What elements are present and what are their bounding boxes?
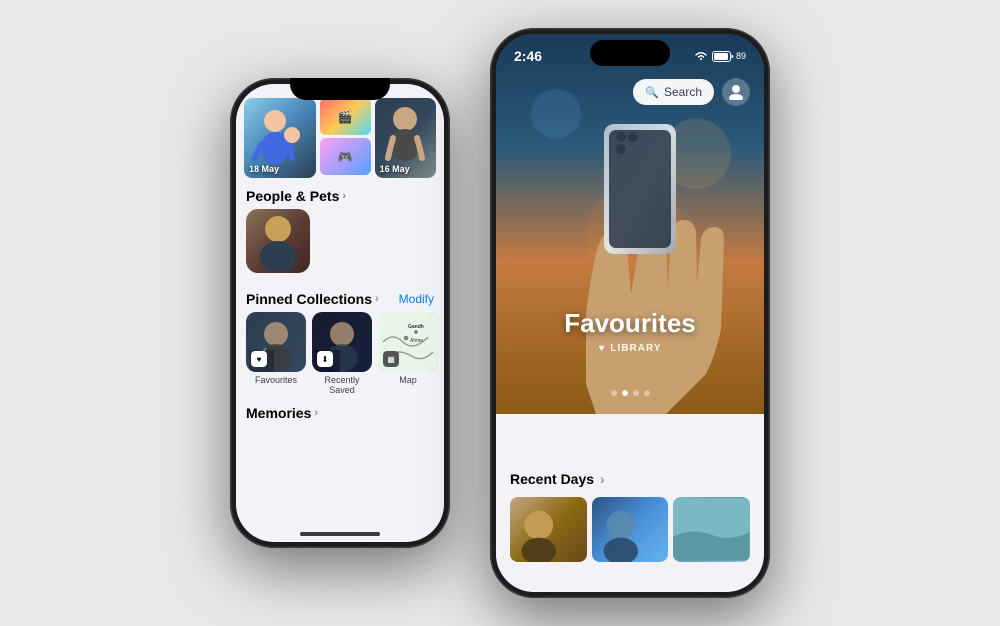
man-figure-svg [380, 103, 430, 173]
recent-days-title: Recent Days [510, 471, 594, 487]
left-phone-screen: 18 May 🎬 🎮 [236, 84, 444, 542]
recent-svg-2 [592, 497, 669, 562]
map-icon: ▦ [383, 351, 399, 367]
people-pets-title[interactable]: People & Pets › [246, 188, 346, 204]
dot-1 [611, 390, 617, 396]
status-icons: 89 [694, 51, 746, 62]
pinned-chevron: › [375, 293, 379, 305]
recent-svg-1 [510, 497, 587, 562]
people-pets-chevron: › [342, 190, 346, 202]
pinned-collections-row: ♥ Favourites ⬇ Recently Saved [236, 312, 444, 403]
pinned-collections-header: Pinned Collections › Modify [236, 281, 444, 312]
saved-icon: ⬇ [317, 351, 333, 367]
person-avatar[interactable] [246, 209, 310, 273]
wifi-icon [694, 51, 708, 61]
left-phone: 18 May 🎬 🎮 [230, 78, 450, 548]
people-row [236, 209, 444, 281]
recent-svg-3 [673, 497, 750, 562]
recent-thumb-3[interactable] [673, 497, 750, 562]
left-content: 18 May 🎬 🎮 [236, 84, 444, 542]
collection-map[interactable]: Gandh Ahme ▦ Map [378, 312, 438, 395]
saved-label: Recently Saved [312, 375, 372, 395]
bottom-panel: Recent Days › [496, 457, 764, 592]
dot-2 [622, 390, 628, 396]
fav-hero-title: Favourites [496, 308, 764, 339]
colorful-photo-2: 🎮 [320, 138, 371, 175]
photo-grid-pair: 🎬 🎮 [320, 98, 371, 178]
recent-thumb-1[interactable] [510, 497, 587, 562]
home-indicator-left [300, 532, 380, 536]
collection-recently-saved[interactable]: ⬇ Recently Saved [312, 312, 372, 395]
fav-hero-subtitle: ♥ LIBRARY [496, 343, 764, 354]
collection-favourites[interactable]: ♥ Favourites [246, 312, 306, 395]
collection-thumb-map: Gandh Ahme ▦ [378, 312, 438, 372]
user-icon-svg [728, 84, 744, 100]
search-pill-icon: 🔍 [645, 86, 659, 99]
dynamic-island [590, 40, 670, 66]
search-pill[interactable]: 🔍 Search [633, 79, 714, 105]
collection-thumb-saved: ⬇ [312, 312, 372, 372]
user-avatar-icon[interactable] [722, 78, 750, 106]
photo-cell-baby[interactable]: 18 May [244, 98, 316, 178]
photos-grid: 18 May 🎬 🎮 [236, 90, 444, 178]
people-pets-header: People & Pets › [236, 178, 444, 209]
memories-chevron: › [314, 407, 318, 419]
recent-days-chevron: › [600, 471, 605, 487]
right-phone: Favourites ♥ LIBRARY 2:46 [490, 28, 770, 598]
baby-figure-svg [250, 103, 310, 173]
recent-days-header: Recent Days › [510, 471, 750, 487]
modify-button[interactable]: Modify [399, 292, 434, 306]
battery-icon: 89 [712, 51, 746, 62]
photo-cell-man[interactable]: 16 May [375, 98, 436, 178]
mini-photo-2[interactable]: 🎮 [320, 138, 371, 175]
fav-icon: ♥ [251, 351, 267, 367]
notch [290, 78, 390, 100]
recent-thumb-2[interactable] [592, 497, 669, 562]
dot-3 [633, 390, 639, 396]
dot-4 [644, 390, 650, 396]
battery-pct: 89 [736, 51, 746, 61]
status-time: 2:46 [514, 48, 542, 64]
dots-indicator [496, 390, 764, 396]
memories-header: Memories › [236, 403, 444, 423]
recent-days-row [510, 497, 750, 562]
photo-date-1: 18 May [249, 164, 279, 174]
svg-text:Ahme: Ahme [410, 338, 423, 344]
photo-date-2: 16 May [380, 164, 410, 174]
collection-thumb-fav: ♥ [246, 312, 306, 372]
colorful-photo-1: 🎬 [320, 98, 371, 135]
svg-text:Gandh: Gandh [408, 324, 424, 330]
right-phone-screen: Favourites ♥ LIBRARY 2:46 [496, 34, 764, 592]
search-overlay: 🔍 Search [633, 78, 750, 106]
search-label: Search [664, 85, 702, 99]
fav-label: Favourites [255, 375, 297, 385]
pinned-collections-title[interactable]: Pinned Collections › [246, 291, 379, 307]
map-label: Map [399, 375, 417, 385]
battery-svg [712, 51, 734, 62]
mini-photo-1[interactable]: 🎬 [320, 98, 371, 135]
fav-heart-icon: ♥ [598, 343, 605, 354]
memories-title[interactable]: Memories › [246, 405, 318, 421]
favourites-overlay: Favourites ♥ LIBRARY [496, 308, 764, 354]
person-avatar-svg [252, 211, 304, 271]
